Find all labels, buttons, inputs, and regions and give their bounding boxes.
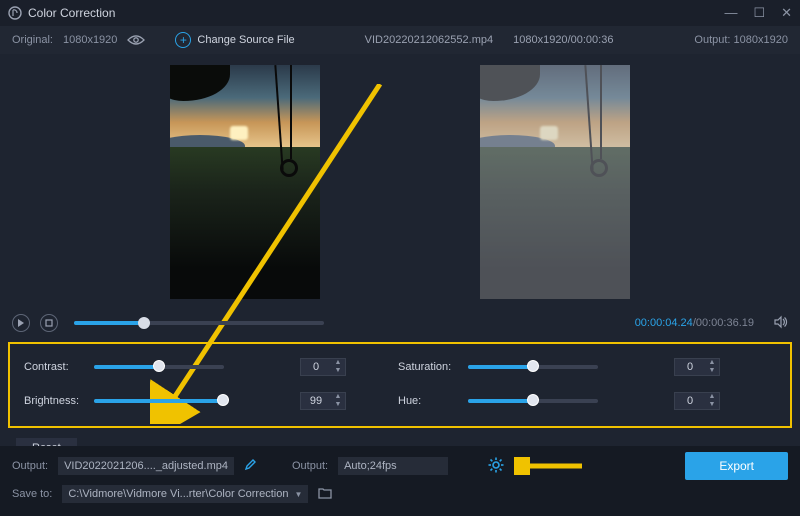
- brightness-knob[interactable]: [217, 394, 229, 406]
- open-folder-icon[interactable]: [318, 487, 332, 502]
- titlebar: Color Correction — ☐ ✕: [0, 0, 800, 26]
- brightness-step-down[interactable]: ▼: [331, 401, 345, 409]
- brightness-step-up[interactable]: ▲: [331, 393, 345, 401]
- brightness-label: Brightness:: [24, 395, 86, 407]
- saturation-slider[interactable]: [468, 365, 598, 369]
- current-time: 00:00:04.24: [635, 317, 693, 329]
- top-info-bar: Original: 1080x1920 + Change Source File…: [0, 26, 800, 54]
- maximize-button[interactable]: ☐: [753, 5, 765, 21]
- hue-value-input[interactable]: 0▲▼: [674, 392, 720, 410]
- brightness-slider[interactable]: [94, 399, 224, 403]
- saturation-knob[interactable]: [527, 360, 539, 372]
- playback-knob[interactable]: [138, 317, 150, 329]
- close-button[interactable]: ✕: [781, 5, 792, 21]
- contrast-step-up[interactable]: ▲: [331, 359, 345, 367]
- volume-icon[interactable]: [774, 315, 788, 332]
- saturation-value-input[interactable]: 0▲▼: [674, 358, 720, 376]
- original-resolution: 1080x1920: [63, 34, 117, 46]
- change-source-button[interactable]: + Change Source File: [175, 32, 294, 48]
- hue-step-up[interactable]: ▲: [705, 393, 719, 401]
- save-path-dropdown[interactable]: C:\Vidmore\Vidmore Vi...rter\Color Corre…: [62, 485, 308, 503]
- preview-area: [0, 54, 800, 310]
- saturation-step-up[interactable]: ▲: [705, 359, 719, 367]
- minimize-button[interactable]: —: [724, 5, 737, 21]
- contrast-step-down[interactable]: ▼: [331, 367, 345, 375]
- change-source-label: Change Source File: [197, 34, 294, 46]
- contrast-value-input[interactable]: 0▲▼: [300, 358, 346, 376]
- hue-slider[interactable]: [468, 399, 598, 403]
- source-duration: 00:00:36: [571, 34, 614, 46]
- contrast-knob[interactable]: [153, 360, 165, 372]
- original-preview: [170, 65, 320, 299]
- output-file-label: Output:: [12, 460, 48, 472]
- output-preview: [480, 65, 630, 299]
- saturation-label: Saturation:: [398, 361, 460, 373]
- app-icon: [8, 6, 22, 20]
- source-resolution: 1080x1920: [513, 34, 567, 46]
- brightness-value-input[interactable]: 99▲▼: [300, 392, 346, 410]
- plus-icon: +: [175, 32, 191, 48]
- source-filename: VID20220212062552.mp4: [365, 34, 493, 46]
- rename-output-icon[interactable]: [244, 459, 256, 474]
- bottom-bar: Output: VID2022021206...._adjusted.mp4 O…: [0, 446, 800, 516]
- original-label: Original:: [12, 34, 53, 46]
- save-path-value: C:\Vidmore\Vidmore Vi...rter\Color Corre…: [68, 488, 288, 500]
- saturation-step-down[interactable]: ▼: [705, 367, 719, 375]
- chevron-down-icon: ▼: [294, 490, 302, 499]
- play-button[interactable]: [12, 314, 30, 332]
- color-controls-panel: Contrast: 0▲▼ Saturation: 0▲▼ Brightness…: [8, 342, 792, 428]
- window-title: Color Correction: [28, 6, 115, 20]
- output-resolution-top: 1080x1920: [734, 34, 788, 46]
- contrast-slider[interactable]: [94, 365, 224, 369]
- hue-step-down[interactable]: ▼: [705, 401, 719, 409]
- hue-label: Hue:: [398, 395, 460, 407]
- hue-knob[interactable]: [527, 394, 539, 406]
- output-settings-icon[interactable]: [488, 457, 504, 476]
- output-format-label: Output:: [292, 460, 328, 472]
- output-label-top: Output:: [694, 34, 730, 46]
- contrast-label: Contrast:: [24, 361, 86, 373]
- stop-button[interactable]: [40, 314, 58, 332]
- playback-slider[interactable]: [74, 321, 324, 325]
- compare-eye-icon[interactable]: [127, 34, 145, 46]
- save-to-label: Save to:: [12, 488, 52, 500]
- annotation-arrow-to-gear: [514, 457, 584, 475]
- output-format-value: Auto;24fps: [338, 457, 448, 475]
- output-file-name: VID2022021206...._adjusted.mp4: [58, 457, 234, 475]
- total-time: 00:00:36.19: [696, 317, 754, 329]
- export-button[interactable]: Export: [685, 452, 788, 480]
- play-bar: 00:00:04.24/00:00:36.19: [0, 310, 800, 336]
